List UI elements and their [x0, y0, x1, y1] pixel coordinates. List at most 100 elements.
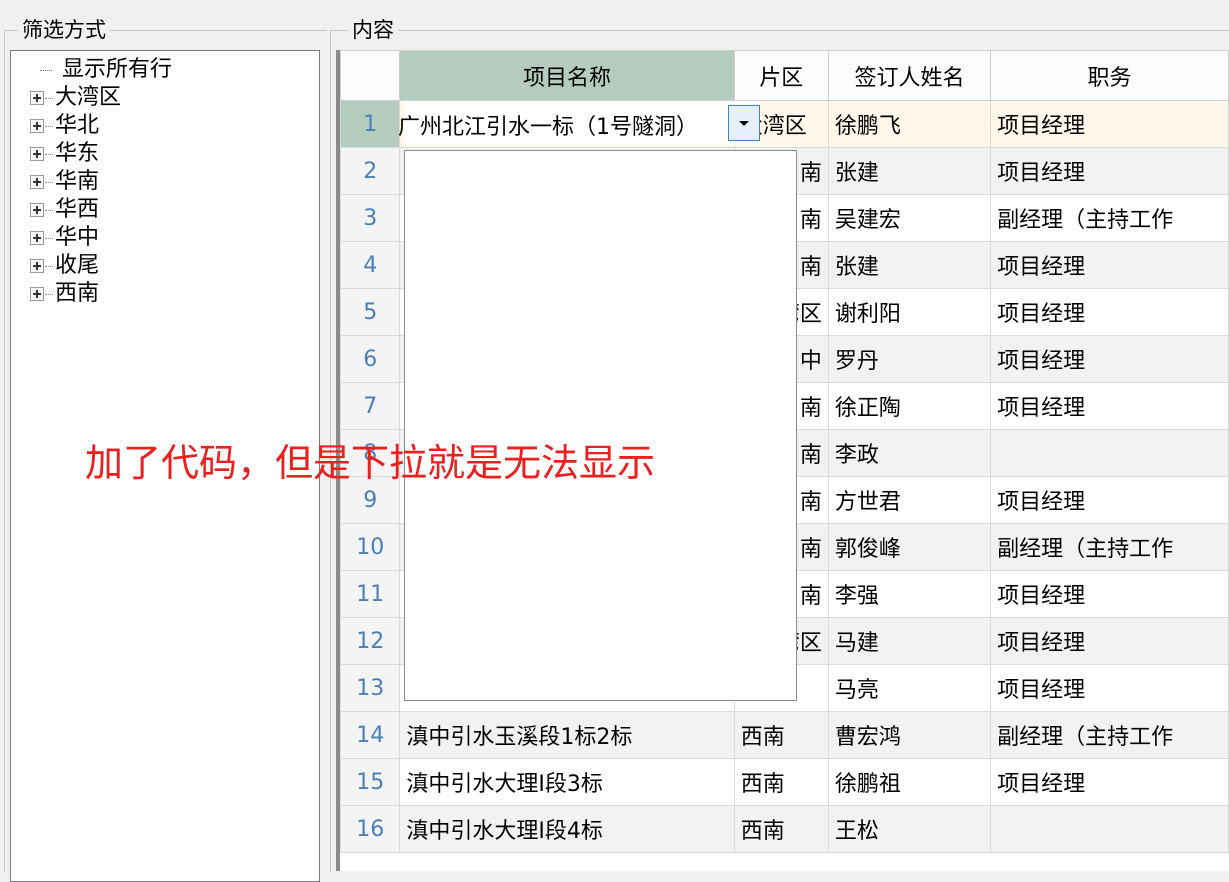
row-number[interactable]: 13 [340, 664, 401, 712]
tree-connector [45, 209, 53, 211]
cell-signer-name[interactable]: 张建 [827, 147, 992, 195]
tree-node-label: 华南 [55, 169, 100, 194]
tree-connector [45, 125, 53, 127]
combo-value: 广州北江引水一标（1号隧洞） [398, 115, 698, 140]
cell-position[interactable] [990, 805, 1229, 853]
cell-position[interactable]: 项目经理 [990, 100, 1229, 148]
expand-plus-icon[interactable] [30, 91, 44, 105]
cell-signer-name[interactable]: 徐正陶 [827, 382, 992, 430]
column-header-position[interactable]: 职务 [990, 50, 1229, 101]
cell-position[interactable] [990, 429, 1229, 477]
cell-signer-name[interactable]: 罗丹 [827, 335, 992, 383]
cell-position[interactable]: 副经理（主持工作 [990, 523, 1229, 571]
tree-node[interactable]: 华北 [30, 112, 99, 140]
dropdown-arrow-icon [739, 120, 749, 126]
cell-position[interactable]: 项目经理 [990, 335, 1229, 383]
row-number[interactable]: 15 [340, 758, 401, 806]
column-header-project-name[interactable]: 项目名称 [399, 50, 735, 101]
expand-plus-icon[interactable] [30, 259, 44, 273]
cell-project-name[interactable]: 滇中引水大理Ⅰ段4标 [399, 805, 735, 853]
tree-connector [45, 265, 53, 267]
tree-node[interactable]: 收尾 [30, 252, 99, 280]
cell-region[interactable]: 西南 [733, 805, 829, 853]
row-number[interactable]: 2 [340, 147, 401, 195]
tree-node[interactable]: 华东 [30, 140, 99, 168]
column-header-signer-name[interactable]: 签订人姓名 [827, 50, 992, 101]
cell-position[interactable]: 副经理（主持工作 [990, 194, 1229, 242]
filter-groupbox-title: 筛选方式 [18, 18, 110, 42]
table-header-row: 项目名称 片区 签订人姓名 职务 [340, 50, 1229, 101]
tree-connector [45, 97, 53, 99]
tree-connector [45, 153, 53, 155]
tree-node-label: 大湾区 [55, 85, 122, 110]
cell-position[interactable]: 项目经理 [990, 288, 1229, 336]
cell-position[interactable]: 项目经理 [990, 476, 1229, 524]
tree-node[interactable]: 西南 [30, 280, 99, 308]
row-number[interactable]: 11 [340, 570, 401, 618]
cell-position[interactable]: 项目经理 [990, 382, 1229, 430]
cell-signer-name[interactable]: 曹宏鸿 [827, 711, 992, 759]
cell-position[interactable]: 项目经理 [990, 570, 1229, 618]
cell-signer-name[interactable]: 张建 [827, 241, 992, 289]
cell-position[interactable]: 项目经理 [990, 241, 1229, 289]
cell-region[interactable]: 西南 [733, 711, 829, 759]
row-number[interactable]: 6 [340, 335, 401, 383]
row-number[interactable]: 4 [340, 241, 401, 289]
tree-node-label: 华西 [55, 197, 100, 222]
tree-node[interactable]: 华南 [30, 168, 99, 196]
cell-signer-name[interactable]: 王松 [827, 805, 992, 853]
row-number[interactable]: 3 [340, 194, 401, 242]
row-header-corner[interactable] [340, 50, 401, 101]
cell-region[interactable]: 西南 [733, 758, 829, 806]
expand-plus-icon[interactable] [30, 175, 44, 189]
row-number[interactable]: 12 [340, 617, 401, 665]
tree-node-label: 华中 [55, 225, 100, 250]
cell-signer-name[interactable]: 谢利阳 [827, 288, 992, 336]
cell-signer-name[interactable]: 方世君 [827, 476, 992, 524]
cell-project-name[interactable]: 滇中引水大理Ⅰ段3标 [399, 758, 735, 806]
table-row[interactable]: 14 滇中引水玉溪段1标2标 西南 曹宏鸿 副经理（主持工作 [340, 711, 1229, 759]
tree-connector [45, 237, 53, 239]
tree-node[interactable]: 华西 [30, 196, 99, 224]
column-header-region[interactable]: 片区 [733, 50, 829, 101]
tree-root-connector [40, 70, 52, 71]
tree-connector [45, 181, 53, 183]
cell-signer-name[interactable]: 徐鹏飞 [827, 100, 992, 148]
cell-project-name[interactable]: 滇中引水玉溪段1标2标 [399, 711, 735, 759]
expand-plus-icon[interactable] [30, 231, 44, 245]
expand-plus-icon[interactable] [30, 119, 44, 133]
cell-signer-name[interactable]: 吴建宏 [827, 194, 992, 242]
expand-plus-icon[interactable] [30, 287, 44, 301]
row-number[interactable]: 10 [340, 523, 401, 571]
row-number[interactable]: 5 [340, 288, 401, 336]
tree-root-show-all[interactable]: 显示所有行 [62, 56, 172, 84]
row-number[interactable]: 1 [340, 100, 401, 148]
combo-dropdown-list[interactable] [404, 150, 797, 701]
row-number[interactable]: 16 [340, 805, 401, 853]
cell-signer-name[interactable]: 李政 [827, 429, 992, 477]
cell-position[interactable]: 项目经理 [990, 147, 1229, 195]
tree-node[interactable]: 大湾区 [30, 84, 121, 112]
expand-plus-icon[interactable] [30, 147, 44, 161]
cell-signer-name[interactable]: 马建 [827, 617, 992, 665]
expand-plus-icon[interactable] [30, 203, 44, 217]
table-row[interactable]: 16 滇中引水大理Ⅰ段4标 西南 王松 [340, 805, 1229, 853]
cell-signer-name[interactable]: 李强 [827, 570, 992, 618]
cell-signer-name[interactable]: 马亮 [827, 664, 992, 712]
cell-position[interactable]: 项目经理 [990, 664, 1229, 712]
table-row[interactable]: 15 滇中引水大理Ⅰ段3标 西南 徐鹏祖 项目经理 [340, 758, 1229, 806]
project-name-combo-editor[interactable]: 广州北江引水一标（1号隧洞） [398, 101, 760, 145]
cell-signer-name[interactable]: 郭俊峰 [827, 523, 992, 571]
tree-node[interactable]: 华中 [30, 224, 99, 252]
cell-position[interactable]: 副经理（主持工作 [990, 711, 1229, 759]
row-number[interactable]: 14 [340, 711, 401, 759]
cell-signer-name[interactable]: 徐鹏祖 [827, 758, 992, 806]
content-groupbox-title: 内容 [348, 18, 398, 42]
tree-node-label: 华东 [55, 141, 100, 166]
tree-node-label: 华北 [55, 113, 100, 138]
cell-position[interactable]: 项目经理 [990, 758, 1229, 806]
combo-dropdown-button[interactable] [728, 105, 760, 141]
row-number[interactable]: 7 [340, 382, 401, 430]
tree-node-label: 西南 [55, 281, 100, 306]
cell-position[interactable]: 项目经理 [990, 617, 1229, 665]
